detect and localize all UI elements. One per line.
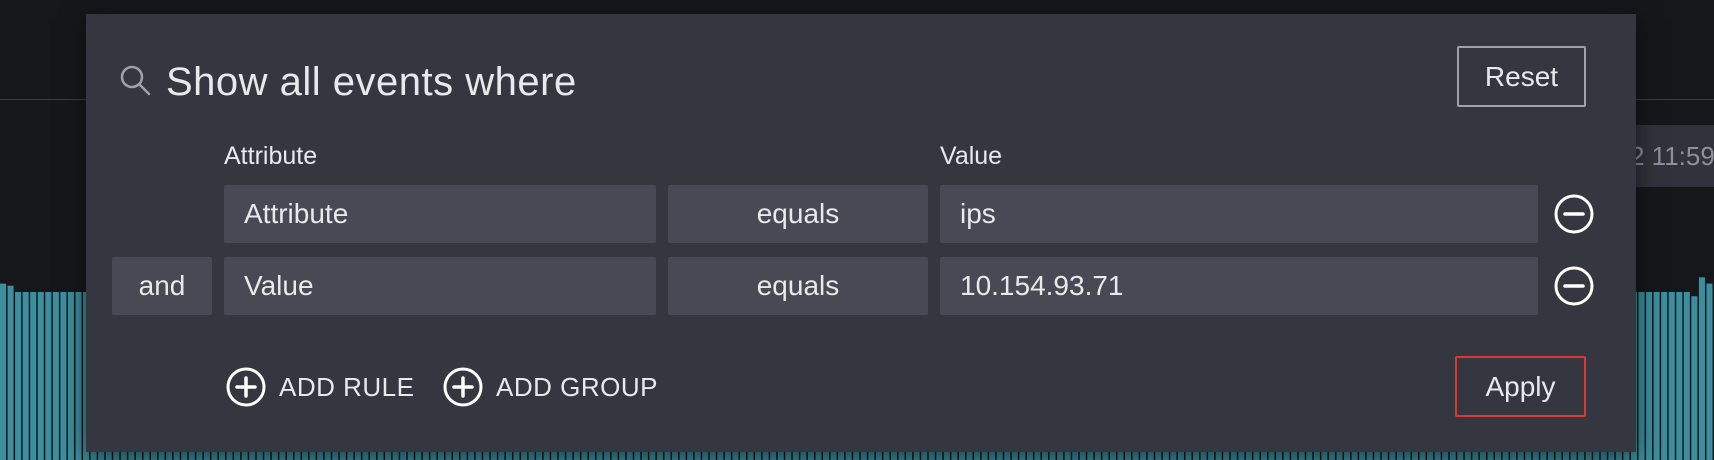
filter-dialog: Show all events where Reset Attribute Va… [86,14,1636,452]
add-rule-label: ADD RULE [279,371,415,402]
histogram-bar [1683,292,1690,460]
filter-title: Show all events where [166,60,577,104]
rule-2-operator-select[interactable]: equals [668,257,928,315]
plus-circle-icon [443,367,483,407]
histogram-bar [1646,292,1653,460]
apply-button[interactable]: Apply [1455,356,1586,417]
histogram-bar [30,292,37,460]
rule-1-operator-select[interactable]: equals [668,185,928,243]
timeline-time-text: 2 11:59 [1630,141,1714,171]
rule-2-combinator[interactable]: and [112,257,212,315]
histogram-bar [1691,296,1698,460]
histogram-bar [75,292,82,460]
add-rule-button[interactable]: ADD RULE [225,364,414,410]
timeline-time-label: 2 11:59 [1630,125,1714,187]
histogram-bar [7,285,14,460]
histogram-bar [1653,292,1660,460]
remove-rule-1-icon[interactable] [1553,193,1595,235]
rule-1-value-input[interactable]: ips [940,185,1538,243]
search-icon [120,65,151,96]
histogram-bar [15,292,22,460]
histogram-bar [60,292,67,460]
histogram-bar [1676,292,1683,460]
reset-button[interactable]: Reset [1457,46,1586,107]
plus-circle-icon [226,367,266,407]
rule-2-attribute-select[interactable]: Value [224,257,656,315]
histogram-bar [1668,292,1675,460]
add-group-label: ADD GROUP [496,371,658,402]
remove-rule-2-icon[interactable] [1553,265,1595,307]
histogram-bar [67,292,75,460]
histogram-bar [52,292,59,460]
histogram-bar [1638,292,1645,460]
attribute-column-header: Attribute [224,142,318,170]
histogram-bar [0,283,7,460]
histogram-bar [1698,277,1705,460]
histogram-bar [1661,292,1668,460]
value-column-header: Value [940,142,1003,170]
histogram-bar [1706,283,1713,460]
histogram-bar [22,292,29,460]
histogram-bar [37,292,44,460]
add-group-button[interactable]: ADD GROUP [442,364,658,410]
histogram-bar [45,292,52,460]
rule-2-value-input[interactable]: 10.154.93.71 [940,257,1538,315]
rule-1-attribute-select[interactable]: Attribute [224,185,656,243]
